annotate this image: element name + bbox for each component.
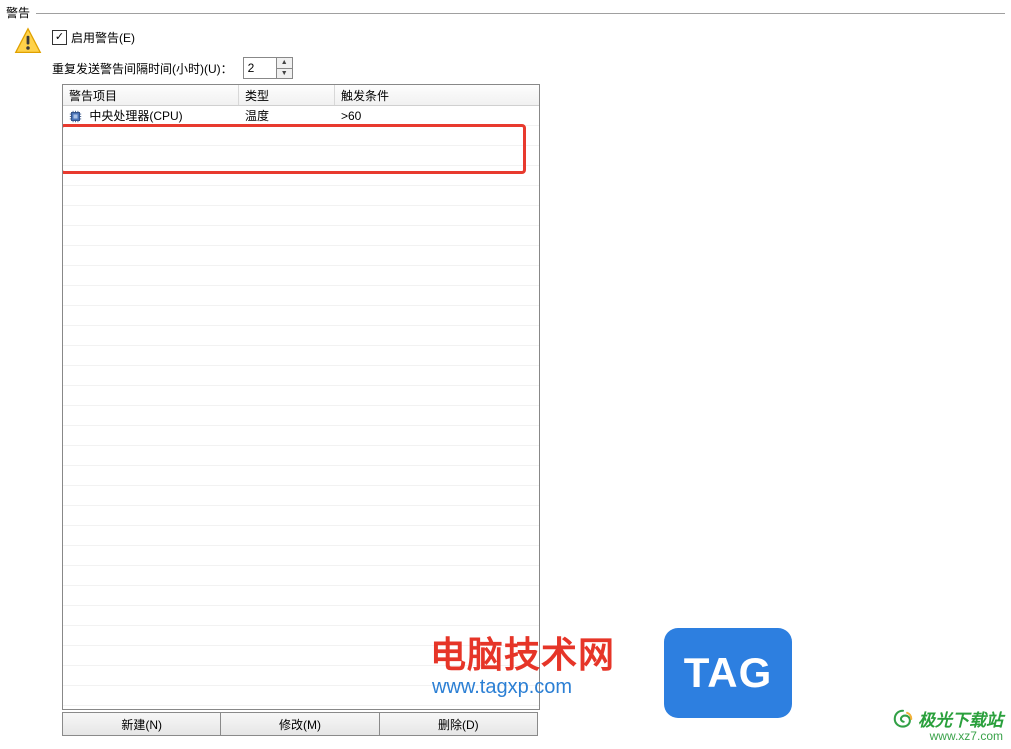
new-button[interactable]: 新建(N)	[62, 712, 221, 736]
check-icon: ✓	[55, 32, 64, 43]
section-divider	[36, 13, 1005, 14]
tag-badge-text: TAG	[684, 649, 773, 697]
cell-item: 中央处理器(CPU)	[63, 107, 239, 124]
enable-alert-checkbox[interactable]: ✓	[52, 30, 67, 45]
tag-badge: TAG	[664, 628, 792, 718]
enable-alert-row: ✓ 启用警告(E)	[52, 27, 1011, 47]
warning-icon	[14, 27, 42, 55]
interval-label: 重复发送警告间隔时间(小时)(U)：	[52, 60, 233, 77]
cell-item-text: 中央处理器(CPU)	[89, 109, 182, 123]
th-item[interactable]: 警告项目	[63, 85, 239, 105]
table-header: 警告项目 类型 触发条件	[63, 85, 539, 106]
alerts-table: 警告项目 类型 触发条件	[62, 84, 540, 710]
cell-type: 温度	[239, 107, 335, 124]
edit-button[interactable]: 修改(M)	[220, 712, 379, 736]
row-stripes	[63, 106, 539, 710]
swirl-icon	[892, 708, 914, 730]
cell-trigger: >60	[335, 109, 539, 123]
interval-spinner[interactable]: ▲ ▼	[243, 57, 293, 79]
spinner-buttons: ▲ ▼	[276, 58, 292, 78]
th-type[interactable]: 类型	[239, 85, 335, 105]
watermark-xz7: 极光下载站 www.xz7.com	[892, 706, 1003, 743]
cpu-icon	[69, 110, 82, 123]
spinner-down[interactable]: ▼	[277, 69, 292, 79]
interval-input[interactable]	[244, 58, 276, 78]
watermark-xz7-title: 极光下载站	[918, 706, 1003, 731]
spinner-up[interactable]: ▲	[277, 58, 292, 69]
watermark-xz7-url: www.xz7.com	[892, 729, 1003, 743]
delete-button[interactable]: 删除(D)	[379, 712, 538, 736]
table-body[interactable]: 中央处理器(CPU) 温度 >60	[63, 106, 539, 710]
buttons-row: 新建(N) 修改(M) 删除(D)	[62, 712, 538, 736]
section-title: 警告	[6, 4, 30, 21]
section-header: 警告	[0, 0, 1011, 23]
interval-row: 重复发送警告间隔时间(小时)(U)： ▲ ▼	[52, 57, 1011, 79]
enable-alert-label: 启用警告(E)	[71, 29, 135, 46]
th-trigger[interactable]: 触发条件	[335, 85, 539, 105]
table-row[interactable]: 中央处理器(CPU) 温度 >60	[63, 106, 539, 125]
